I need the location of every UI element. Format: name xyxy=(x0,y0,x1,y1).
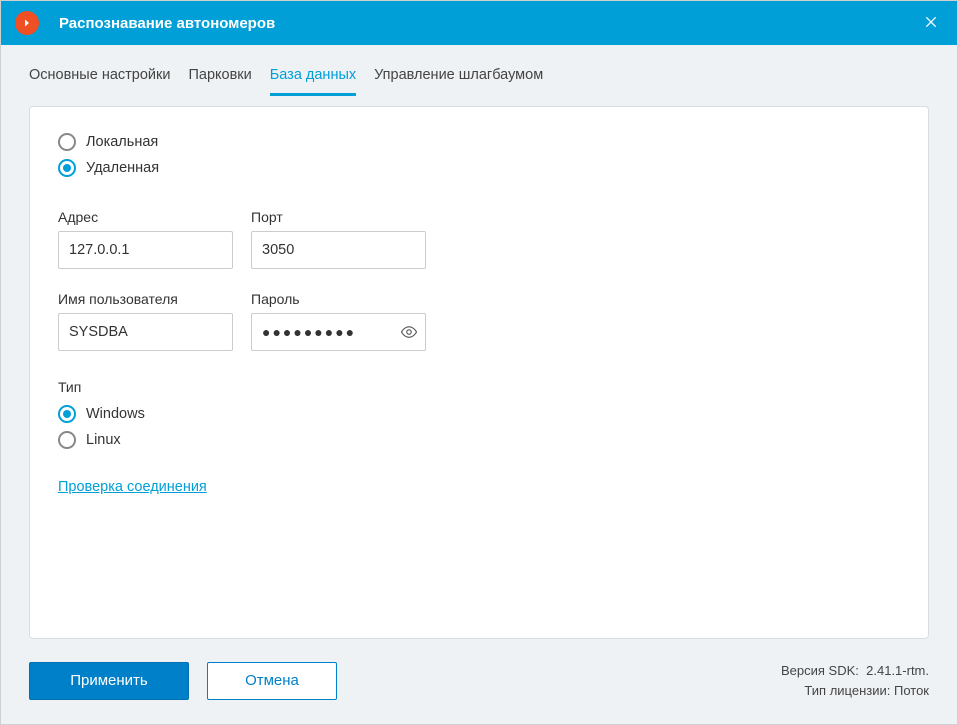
username-input[interactable] xyxy=(58,313,233,351)
tabs: Основные настройки Парковки База данных … xyxy=(29,45,929,96)
panel-database: Локальная Удаленная Адрес Порт xyxy=(29,106,929,639)
field-address: Адрес xyxy=(58,209,233,269)
field-username: Имя пользователя xyxy=(58,291,233,351)
sdk-version: Версия SDK: 2.41.1-rtm. xyxy=(781,661,929,681)
username-label: Имя пользователя xyxy=(58,291,233,307)
radio-linux-label: Linux xyxy=(86,432,121,448)
tab-database[interactable]: База данных xyxy=(270,63,356,96)
test-connection-link[interactable]: Проверка соединения xyxy=(58,479,207,495)
type-group: Windows Linux xyxy=(58,405,900,449)
app-icon xyxy=(15,11,39,35)
radio-windows[interactable]: Windows xyxy=(58,405,900,423)
license-type: Тип лицензии: Поток xyxy=(781,681,929,701)
radio-icon xyxy=(58,431,76,449)
close-icon xyxy=(923,14,939,30)
address-label: Адрес xyxy=(58,209,233,225)
tab-parking[interactable]: Парковки xyxy=(188,63,251,96)
eye-icon xyxy=(400,323,418,341)
field-port: Порт xyxy=(251,209,426,269)
radio-icon xyxy=(58,133,76,151)
password-toggle[interactable] xyxy=(400,323,418,341)
port-input[interactable] xyxy=(251,231,426,269)
row-user-pass: Имя пользователя Пароль xyxy=(58,291,900,351)
radio-windows-label: Windows xyxy=(86,406,145,422)
field-password: Пароль xyxy=(251,291,426,351)
tab-barrier[interactable]: Управление шлагбаумом xyxy=(374,63,543,96)
row-address-port: Адрес Порт xyxy=(58,209,900,269)
type-section: Тип Windows Linux xyxy=(58,379,900,449)
window-title: Распознавание автономеров xyxy=(59,15,919,32)
type-label: Тип xyxy=(58,379,900,395)
port-label: Порт xyxy=(251,209,426,225)
cancel-button[interactable]: Отмена xyxy=(207,662,337,700)
close-button[interactable] xyxy=(919,10,943,37)
radio-icon xyxy=(58,405,76,423)
password-label: Пароль xyxy=(251,291,426,307)
status-info: Версия SDK: 2.41.1-rtm. Тип лицензии: По… xyxy=(781,661,929,700)
radio-local-label: Локальная xyxy=(86,134,158,150)
radio-remote[interactable]: Удаленная xyxy=(58,159,900,177)
titlebar: Распознавание автономеров xyxy=(1,1,957,45)
radio-remote-label: Удаленная xyxy=(86,160,159,176)
db-mode-group: Локальная Удаленная xyxy=(58,133,900,177)
password-wrap xyxy=(251,313,426,351)
address-input[interactable] xyxy=(58,231,233,269)
tab-general[interactable]: Основные настройки xyxy=(29,63,170,96)
content-area: Основные настройки Парковки База данных … xyxy=(1,45,957,724)
footer: Применить Отмена Версия SDK: 2.41.1-rtm.… xyxy=(29,639,929,700)
apply-button[interactable]: Применить xyxy=(29,662,189,700)
radio-local[interactable]: Локальная xyxy=(58,133,900,151)
window: Распознавание автономеров Основные настр… xyxy=(0,0,958,725)
radio-icon xyxy=(58,159,76,177)
radio-linux[interactable]: Linux xyxy=(58,431,900,449)
